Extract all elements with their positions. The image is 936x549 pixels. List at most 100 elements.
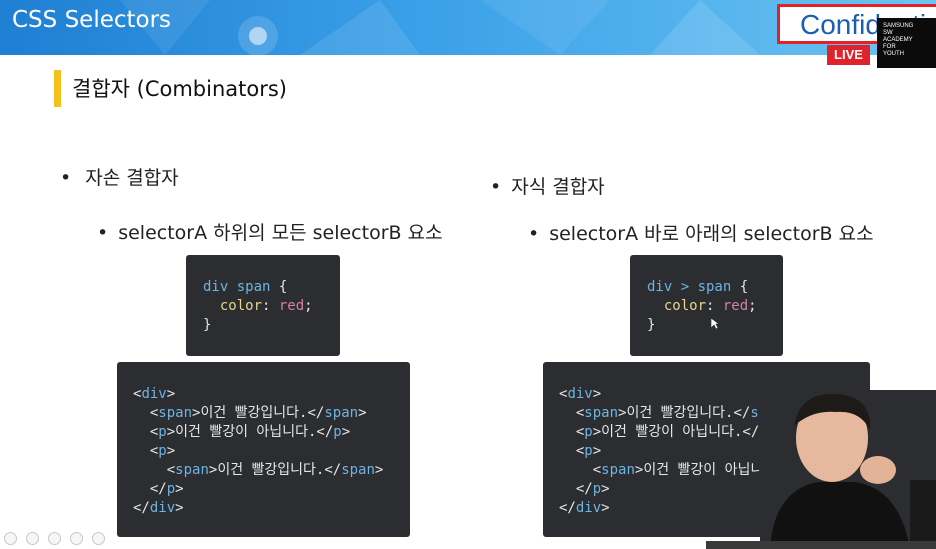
code-line: color: red; bbox=[647, 297, 783, 316]
html-tag-name: div bbox=[575, 500, 602, 516]
html-tag-name: p bbox=[166, 481, 176, 497]
html-tag-name: p bbox=[584, 424, 593, 440]
css-semicolon: ; bbox=[748, 298, 757, 314]
html-tag-name: p bbox=[592, 481, 602, 497]
slide-title: CSS Selectors bbox=[12, 7, 172, 33]
logo-line: SW bbox=[883, 30, 893, 36]
html-bracket: > bbox=[592, 424, 602, 440]
html-bracket: </ bbox=[149, 481, 167, 497]
right-subheading: • selectorA 바로 아래의 selectorB 요소 bbox=[528, 219, 874, 246]
live-badge: LIVE bbox=[827, 45, 870, 65]
logo-line: SAMSUNG bbox=[883, 23, 914, 29]
section-marker bbox=[54, 70, 61, 107]
bullet-dot: • bbox=[60, 167, 72, 189]
pen-icon[interactable] bbox=[26, 532, 39, 545]
html-tag-name: div bbox=[149, 500, 176, 516]
html-bracket: > bbox=[175, 481, 184, 497]
bullet-dot: • bbox=[528, 223, 540, 245]
logo-line: FOR bbox=[883, 44, 896, 50]
html-bracket: > bbox=[175, 500, 184, 516]
html-bracket: > bbox=[358, 405, 367, 421]
html-tag-name: p bbox=[584, 443, 593, 459]
html-tag-name: p bbox=[158, 424, 167, 440]
html-text: 이건 빨강입니다. bbox=[626, 405, 734, 421]
code-line: <div> bbox=[133, 385, 410, 404]
css-selector: div span bbox=[203, 279, 271, 295]
html-tag-name: span bbox=[324, 405, 359, 421]
mouse-cursor-icon bbox=[711, 318, 719, 329]
presenter-video bbox=[760, 390, 936, 549]
html-tag-name: span bbox=[341, 462, 375, 478]
right-subheading-text: selectorA 바로 아래의 selectorB 요소 bbox=[549, 223, 874, 245]
html-bracket: > bbox=[601, 500, 610, 516]
html-bracket: </ bbox=[133, 500, 150, 516]
css-brace: } bbox=[203, 317, 212, 333]
css-property: color bbox=[219, 298, 263, 314]
html-bracket: </ bbox=[575, 481, 593, 497]
html-bracket: > bbox=[166, 424, 176, 440]
html-bracket: > bbox=[374, 462, 384, 478]
html-bracket: </ bbox=[324, 462, 342, 478]
left-css-code-block: div span { color: red;} bbox=[186, 255, 340, 356]
css-semicolon: ; bbox=[304, 298, 313, 314]
html-bracket: > bbox=[592, 443, 602, 459]
presenter-figure bbox=[760, 390, 936, 549]
html-tag-name: span bbox=[158, 405, 193, 421]
html-text: 이건 빨강입니다. bbox=[200, 405, 308, 421]
css-value: red bbox=[722, 298, 749, 314]
play-icon[interactable] bbox=[4, 532, 17, 545]
html-bracket: </ bbox=[316, 424, 334, 440]
html-bracket: </ bbox=[307, 405, 325, 421]
more-icon[interactable] bbox=[92, 532, 105, 545]
left-heading-text: 자손 결합자 bbox=[85, 167, 179, 189]
screen-icon[interactable] bbox=[48, 532, 61, 545]
logo-line: ACADEMY bbox=[883, 37, 913, 43]
css-selector: div > span bbox=[647, 279, 732, 295]
css-value: red bbox=[278, 298, 305, 314]
section-title: 결합자 (Combinators) bbox=[72, 77, 287, 101]
html-text: 이건 빨강이 아닙니다. bbox=[175, 424, 317, 440]
code-line: <span>이건 빨강입니다.</span> bbox=[133, 404, 410, 423]
html-bracket: > bbox=[166, 443, 176, 459]
code-line: <span>이건 빨강입니다.</span> bbox=[133, 461, 410, 480]
html-tag-name: p bbox=[333, 424, 342, 440]
right-css-code-block: div > span { color: red;} bbox=[630, 255, 783, 356]
left-subheading: • selectorA 하위의 모든 selectorB 요소 bbox=[97, 218, 443, 245]
ssafy-logo: SAMSUNG SW ACADEMY FOR YOUTH bbox=[877, 18, 936, 68]
css-brace: } bbox=[647, 317, 656, 333]
html-tag-name: span bbox=[584, 405, 619, 421]
html-bracket: > bbox=[166, 386, 176, 402]
bullet-dot: • bbox=[490, 176, 502, 198]
code-line: <p> bbox=[133, 442, 410, 461]
html-bracket: > bbox=[341, 424, 351, 440]
html-bracket: </ bbox=[559, 500, 576, 516]
code-line: <p>이건 빨강이 아닙니다.</p> bbox=[133, 423, 410, 442]
code-line: } bbox=[203, 316, 340, 335]
left-subheading-text: selectorA 하위의 모든 selectorB 요소 bbox=[118, 222, 443, 244]
html-bracket: > bbox=[601, 481, 610, 497]
css-brace: { bbox=[270, 279, 288, 295]
code-line: color: red; bbox=[203, 297, 340, 316]
video-bottom-bar bbox=[706, 541, 936, 549]
css-brace: { bbox=[731, 279, 749, 295]
html-tag-name: div bbox=[567, 386, 593, 402]
html-bracket: < bbox=[592, 462, 602, 478]
logo-line: YOUTH bbox=[883, 51, 904, 57]
html-tag-name: div bbox=[141, 386, 167, 402]
code-line: div span { bbox=[203, 278, 340, 297]
html-tag-name: span bbox=[175, 462, 209, 478]
css-colon: : bbox=[262, 298, 279, 314]
zoom-icon[interactable] bbox=[70, 532, 83, 545]
html-bracket: > bbox=[592, 386, 602, 402]
